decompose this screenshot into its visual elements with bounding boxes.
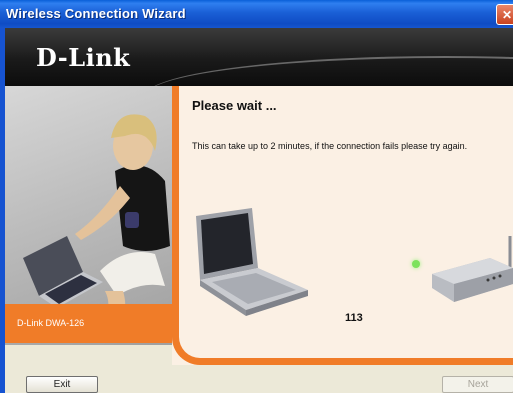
title-bar: Wireless Connection Wizard ✕	[0, 0, 513, 28]
close-icon: ✕	[502, 8, 513, 22]
laptop-icon	[196, 208, 308, 316]
dlink-logo: D-Link	[36, 43, 131, 72]
page-heading: Please wait ...	[192, 98, 277, 113]
header-swoosh	[145, 56, 513, 86]
product-name: D-Link DWA-126	[17, 318, 85, 328]
wait-counter: 113	[345, 312, 363, 324]
close-button[interactable]: ✕	[496, 4, 513, 25]
window-title: Wireless Connection Wizard	[6, 6, 186, 21]
router-icon	[432, 236, 513, 302]
header-banner: D-Link	[5, 28, 513, 86]
status-message: This can take up to 2 minutes, if the co…	[192, 141, 468, 151]
next-button[interactable]: Next	[442, 376, 513, 393]
product-label-bar: D-Link DWA-126	[5, 304, 172, 343]
connection-status-dot	[412, 260, 420, 268]
exit-button[interactable]: Exit	[26, 376, 98, 393]
